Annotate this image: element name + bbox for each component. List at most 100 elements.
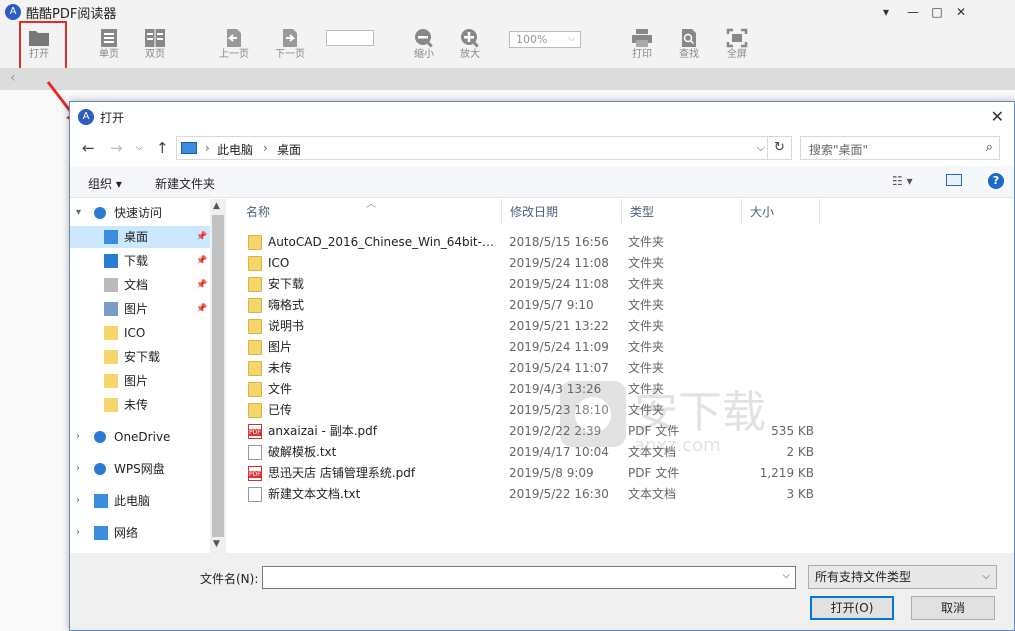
nav-scrollbar[interactable]: ▲ ▼ bbox=[210, 199, 226, 553]
breadcrumb-separator: › bbox=[263, 141, 268, 155]
preview-pane-icon[interactable] bbox=[946, 174, 962, 186]
scroll-up-icon[interactable]: ▲ bbox=[213, 201, 220, 211]
address-bar[interactable]: › 此电脑 › 桌面 ⌵ ↻ bbox=[176, 136, 792, 160]
nav-expander-icon[interactable]: ▾ bbox=[76, 202, 81, 224]
folder-icon bbox=[248, 298, 262, 313]
nav-item[interactable]: › 此电脑 bbox=[70, 490, 210, 512]
up-arrow-icon[interactable]: ↑ bbox=[156, 139, 169, 157]
desktop-icon bbox=[104, 230, 118, 244]
zoom-out-button[interactable]: 缩小 bbox=[402, 27, 446, 67]
breadcrumb-item-this-pc[interactable]: 此电脑 bbox=[217, 141, 253, 158]
nav-item[interactable]: 未传 bbox=[70, 394, 210, 416]
page-number-input[interactable] bbox=[326, 30, 374, 46]
cancel-button[interactable]: 取消 bbox=[911, 596, 995, 620]
close-app-icon[interactable]: ✕ bbox=[951, 4, 971, 20]
help-icon[interactable]: ? bbox=[988, 173, 1004, 189]
column-type[interactable]: 类型 bbox=[622, 199, 742, 225]
breadcrumb-item-desktop[interactable]: 桌面 bbox=[277, 141, 301, 158]
nav-item[interactable]: 下载 📌 bbox=[70, 250, 210, 272]
filename-input[interactable]: ⌵ bbox=[262, 566, 796, 589]
nav-item[interactable]: › 网络 bbox=[70, 522, 210, 544]
nav-item-label: 文档 bbox=[124, 278, 149, 292]
collapse-arrow-icon[interactable]: ‹ bbox=[10, 70, 16, 86]
nav-item[interactable]: › OneDrive bbox=[70, 426, 210, 448]
file-row[interactable]: AutoCAD_2016_Chinese_Win_64bit-32... 2018… bbox=[238, 232, 1014, 253]
nav-item[interactable]: 图片 📌 bbox=[70, 298, 210, 320]
column-size[interactable]: 大小 bbox=[742, 199, 820, 225]
nav-item[interactable]: 安下载 bbox=[70, 346, 210, 368]
next-page-button[interactable]: 下一页 bbox=[268, 27, 312, 67]
refresh-icon[interactable]: ↻ bbox=[767, 137, 791, 159]
file-modified: 2018/5/15 16:56 bbox=[509, 235, 609, 249]
file-row[interactable]: 说明书 2019/5/21 13:22 文件夹 bbox=[238, 316, 1014, 337]
file-modified: 2019/5/22 16:30 bbox=[509, 487, 609, 501]
column-modified[interactable]: 修改日期 bbox=[502, 199, 622, 225]
zoom-in-button[interactable]: 放大 bbox=[448, 27, 492, 67]
fullscreen-label: 全屏 bbox=[727, 49, 747, 60]
nav-item[interactable]: ▾ 快速访问 bbox=[70, 202, 210, 224]
maximize-icon[interactable]: □ bbox=[927, 4, 947, 20]
nav-item[interactable]: › WPS网盘 bbox=[70, 458, 210, 480]
double-page-button[interactable]: 双页 bbox=[133, 27, 177, 67]
forward-arrow-icon[interactable]: → bbox=[110, 139, 123, 157]
scroll-down-icon[interactable]: ▼ bbox=[213, 539, 220, 549]
nav-item-label: 图片 bbox=[124, 374, 149, 388]
nav-expander-icon[interactable]: › bbox=[76, 522, 80, 544]
nav-expander-icon[interactable]: › bbox=[76, 426, 80, 448]
menu-dropdown-icon[interactable]: ▾ bbox=[876, 4, 896, 20]
nav-item-label: ICO bbox=[124, 326, 146, 340]
file-name: 思迅天店 店铺管理系统.pdf bbox=[268, 466, 416, 480]
minimize-icon[interactable]: — bbox=[903, 4, 923, 20]
find-button[interactable]: 查找 bbox=[667, 27, 711, 67]
recent-dropdown-icon[interactable]: ⌵ bbox=[136, 143, 143, 153]
prev-page-button[interactable]: 上一页 bbox=[212, 27, 256, 67]
next-page-icon bbox=[283, 29, 297, 47]
file-name: 嗨格式 bbox=[268, 298, 305, 312]
folder-icon bbox=[248, 340, 262, 355]
address-dropdown-icon[interactable]: ⌵ bbox=[757, 141, 765, 155]
back-arrow-icon[interactable]: ← bbox=[82, 139, 95, 157]
nav-item[interactable]: 图片 bbox=[70, 370, 210, 392]
zoom-select[interactable]: 100% ⌵ bbox=[509, 31, 581, 48]
nav-item[interactable]: 文档 📌 bbox=[70, 274, 210, 296]
file-size: 3 KB bbox=[786, 487, 814, 501]
file-row[interactable]: 安下载 2019/5/24 11:08 文件夹 bbox=[238, 274, 1014, 295]
pin-icon: 📌 bbox=[196, 304, 208, 314]
single-page-button[interactable]: 单页 bbox=[87, 27, 131, 67]
file-row[interactable]: 新建文本文档.txt 2019/5/22 16:30 文本文档 3 KB bbox=[238, 484, 1014, 505]
file-row[interactable]: 图片 2019/5/24 11:09 文件夹 bbox=[238, 337, 1014, 358]
nav-item-label: 网络 bbox=[114, 526, 139, 540]
filetype-select[interactable]: 所有支持文件类型 ⌵ bbox=[808, 565, 997, 589]
file-row[interactable]: 嗨格式 2019/5/7 9:10 文件夹 bbox=[238, 295, 1014, 316]
nav-item[interactable]: ICO bbox=[70, 322, 210, 344]
folder-icon bbox=[248, 319, 262, 334]
filename-dropdown-icon[interactable]: ⌵ bbox=[782, 570, 790, 581]
file-row[interactable]: 思迅天店 店铺管理系统.pdf 2019/5/8 9:09 PDF 文件 1,219 … bbox=[238, 463, 1014, 484]
scroll-thumb[interactable] bbox=[212, 215, 224, 537]
file-row[interactable]: ICO 2019/5/24 11:08 文件夹 bbox=[238, 253, 1014, 274]
nav-expander-icon[interactable]: › bbox=[76, 490, 80, 512]
svg-text:安下载: 安下载 bbox=[634, 387, 766, 438]
file-name: 已传 bbox=[268, 403, 293, 417]
pin-icon: 📌 bbox=[196, 280, 208, 290]
print-button[interactable]: 打印 bbox=[620, 27, 664, 67]
view-options-icon[interactable]: ☷ ▾ bbox=[892, 174, 913, 188]
folder-icon bbox=[248, 277, 262, 292]
file-type: 文件夹 bbox=[628, 256, 665, 270]
open-file-button[interactable]: 打开(O) bbox=[810, 596, 894, 620]
folder-icon bbox=[248, 403, 262, 418]
column-name[interactable]: 名称 bbox=[238, 199, 502, 225]
fullscreen-button[interactable]: 全屏 bbox=[715, 27, 759, 67]
prev-page-icon bbox=[227, 29, 241, 47]
folder-icon bbox=[104, 374, 118, 388]
organize-menu[interactable]: 组织 ▾ bbox=[88, 175, 122, 192]
svg-text:anxz.com: anxz.com bbox=[634, 435, 721, 456]
nav-item[interactable]: 桌面 📌 bbox=[70, 226, 210, 248]
new-folder-button[interactable]: 新建文件夹 bbox=[155, 175, 215, 192]
file-type: 文件夹 bbox=[628, 235, 665, 249]
dialog-close-icon[interactable]: ✕ bbox=[991, 107, 1004, 126]
zoom-out-icon bbox=[415, 29, 433, 48]
search-input[interactable]: 搜索"桌面" ⌕ bbox=[800, 136, 1000, 160]
pdf-file-icon bbox=[248, 466, 262, 481]
nav-expander-icon[interactable]: › bbox=[76, 458, 80, 480]
